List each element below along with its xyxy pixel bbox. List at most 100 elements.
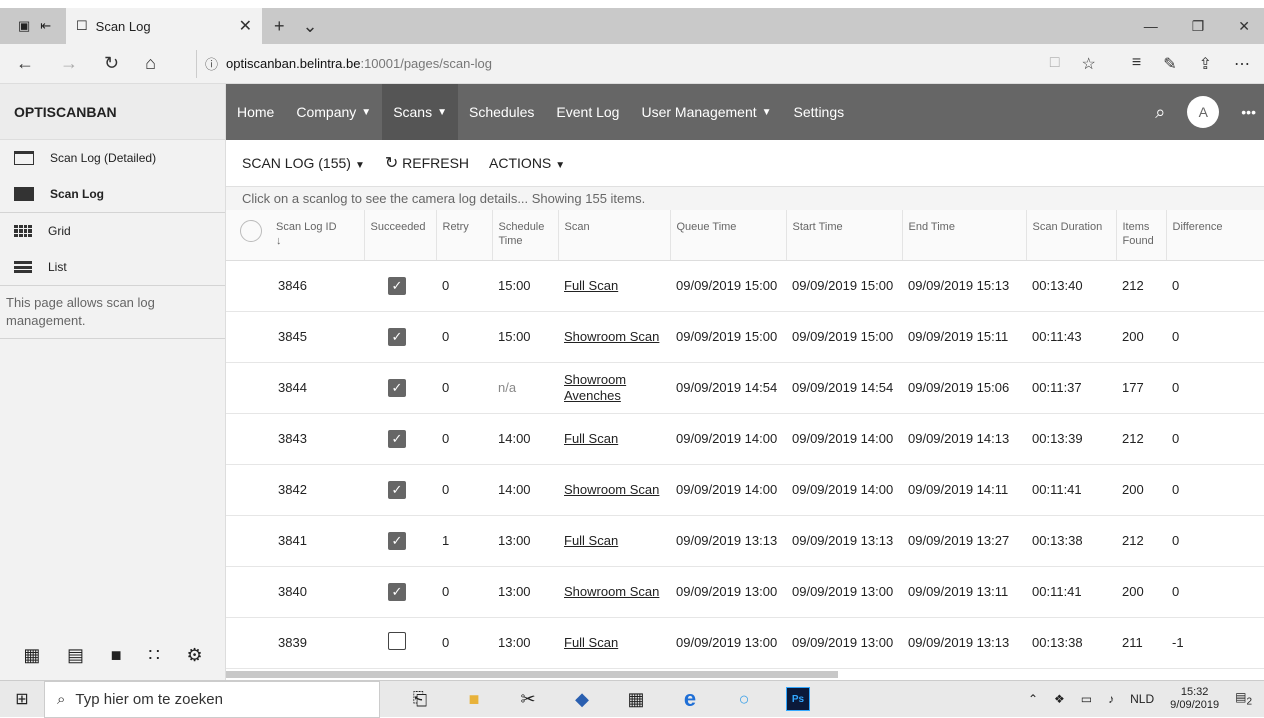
favorites-icon[interactable]: ≡ [1132,54,1141,74]
nav-scans[interactable]: Scans ▼ [382,84,459,140]
scan-link[interactable]: Full Scan [564,431,618,446]
back-icon[interactable]: ← [16,53,34,74]
reading-view-icon[interactable]: □ [1050,54,1060,74]
more-options-icon[interactable]: ••• [1241,104,1256,120]
tab-title: Scan Log [95,18,151,34]
nav-schedules[interactable]: Schedules [458,84,545,140]
scan-link[interactable]: Showroom Avenches [564,372,626,403]
col-end-time[interactable]: End Time [902,210,1027,261]
cell-scan: Showroom Scan [558,311,670,363]
col-items-found[interactable]: Items Found [1116,210,1167,261]
windows-start-icon[interactable]: ⊞ [0,689,44,709]
view-list[interactable]: List [0,249,225,285]
apps-grid-icon[interactable]: ∷ [148,645,159,666]
camera-icon[interactable]: ■ [111,645,122,666]
photoshop-icon[interactable]: Ps [786,687,810,711]
col-succeeded[interactable]: Succeeded [364,210,437,261]
scan-link[interactable]: Showroom Scan [564,482,659,497]
nav-user-management[interactable]: User Management ▼ [630,84,782,140]
home-icon[interactable]: ⌂ [145,53,156,74]
scan-link[interactable]: Full Scan [564,533,618,548]
cell-id: 3842 [226,464,364,516]
sidebar-item-scan-log[interactable]: Scan Log [0,176,225,212]
maximize-icon[interactable]: ❐ [1192,18,1205,35]
cell-start-time: 09/09/2019 14:00 [786,413,902,465]
table-row[interactable]: 3842 ✓ 0 14:00 Showroom Scan 09/09/2019 14:00… [226,464,1264,516]
nav-home[interactable]: Home [226,84,285,140]
battery-icon[interactable]: ▭ [1081,692,1092,706]
share-icon[interactable]: ⇪ [1199,54,1212,74]
scan-link[interactable]: Full Scan [564,278,618,293]
table-row[interactable]: 3840 ✓ 0 13:00 Showroom Scan 09/09/2019 13:00… [226,566,1264,618]
cell-retry: 0 [436,311,492,363]
col-scan-log-id[interactable]: Scan Log ID ↓ [226,210,365,261]
favorite-star-icon[interactable]: ☆ [1082,54,1096,74]
table-row[interactable]: 3845 ✓ 0 15:00 Showroom Scan 09/09/2019 15:00… [226,311,1264,363]
col-retry[interactable]: Retry [436,210,493,261]
tabs-aside-icon[interactable]: ⇤ [40,18,51,34]
col-scan-duration[interactable]: Scan Duration [1026,210,1117,261]
file-explorer-icon[interactable]: ■ [462,687,486,711]
nav-label: Settings [793,104,845,120]
view-grid[interactable]: Grid [0,213,225,249]
set-aside-tabs-icon[interactable]: ▣ [18,18,30,34]
nav-settings[interactable]: Settings [783,84,856,140]
notification-icon[interactable]: ▤2 [1235,690,1252,707]
forward-icon[interactable]: → [60,53,78,74]
table-row[interactable]: 3846 ✓ 0 15:00 Full Scan 09/09/2019 15:00 09/0… [226,260,1264,312]
scan-link[interactable]: Full Scan [564,635,618,650]
new-tab-icon[interactable]: + [274,16,285,37]
internet-explorer-icon[interactable]: ○ [732,687,756,711]
network-app-icon[interactable]: ◆ [570,687,594,711]
search-icon[interactable]: ⌕ [1155,102,1165,123]
pen-icon[interactable]: ✎ [1163,54,1176,74]
layout-icon[interactable]: ▤ [67,645,84,666]
edge-icon[interactable]: e [678,686,702,711]
refresh-button[interactable]: ↻ REFRESH [385,153,469,173]
horizontal-scrollbar[interactable] [226,671,838,678]
col-queue-time[interactable]: Queue Time [670,210,787,261]
select-all-checkbox[interactable] [240,220,262,242]
more-icon[interactable]: ⋯ [1234,54,1250,74]
taskbar-search-input[interactable]: ⌕ Typ hier om te zoeken [44,680,380,718]
table-row[interactable]: 3839 0 13:00 Full Scan 09/09/2019 13:00 09/09… [226,617,1264,669]
scan-link[interactable]: Showroom Scan [564,329,659,344]
cell-retry: 0 [436,362,492,414]
table-row[interactable]: 3841 ✓ 1 13:00 Full Scan 09/09/2019 13:13 09/0… [226,515,1264,567]
settings-gear-icon[interactable]: ⚙ [186,645,202,666]
snipping-tool-icon[interactable]: ✂ [516,687,540,711]
col-difference[interactable]: Difference [1166,210,1264,261]
language-indicator[interactable]: NLD [1130,692,1154,706]
info-icon[interactable]: ⓘ [205,54,218,73]
tab-preview-icon[interactable]: ⌄ [303,16,318,37]
url-field[interactable]: ⓘ optiscanban.belintra.be:10001/pages/sc… [196,49,1050,78]
refresh-icon[interactable]: ↻ [104,53,119,74]
company-icon[interactable]: ▦ [23,645,40,666]
minimize-icon[interactable]: — [1144,18,1158,35]
volume-icon[interactable]: ♪ [1108,692,1114,706]
task-view-icon[interactable]: ⎗ [408,687,432,711]
scan-log-dropdown[interactable]: SCAN LOG (155) ▼ [242,155,365,171]
cell-difference: -1 [1166,617,1264,669]
scan-link[interactable]: Showroom Scan [564,584,659,599]
col-start-time[interactable]: Start Time [786,210,903,261]
nav-event-log[interactable]: Event Log [545,84,630,140]
cell-duration: 00:11:43 [1026,311,1116,363]
sidebar-item-label: Scan Log [50,187,105,201]
browser-tab[interactable]: ☐ Scan Log ✕ [66,8,262,44]
chevron-up-icon[interactable]: ⌃ [1028,692,1038,706]
sidebar-item-scan-log-detailed[interactable]: Scan Log (Detailed) [0,140,225,176]
avatar[interactable]: A [1187,96,1220,128]
col-scan[interactable]: Scan [558,210,671,261]
close-tab-icon[interactable]: ✕ [239,16,252,36]
calculator-icon[interactable]: ▦ [624,687,648,711]
clock[interactable]: 15:32 9/09/2019 [1170,686,1219,712]
close-window-icon[interactable]: ✕ [1238,18,1250,35]
nav-company[interactable]: Company ▼ [285,84,382,140]
table-row[interactable]: 3844 ✓ 0 n/a Showroom Avenches 09/09/2019 14:… [226,362,1264,414]
col-schedule-time[interactable]: Schedule Time [492,210,559,261]
brand-logo[interactable]: OPTISCANBAN [0,84,225,140]
actions-dropdown[interactable]: ACTIONS ▼ [489,155,565,171]
dropbox-icon[interactable]: ❖ [1054,692,1065,706]
table-row[interactable]: 3843 ✓ 0 14:00 Full Scan 09/09/2019 14:00 09/0… [226,413,1264,465]
